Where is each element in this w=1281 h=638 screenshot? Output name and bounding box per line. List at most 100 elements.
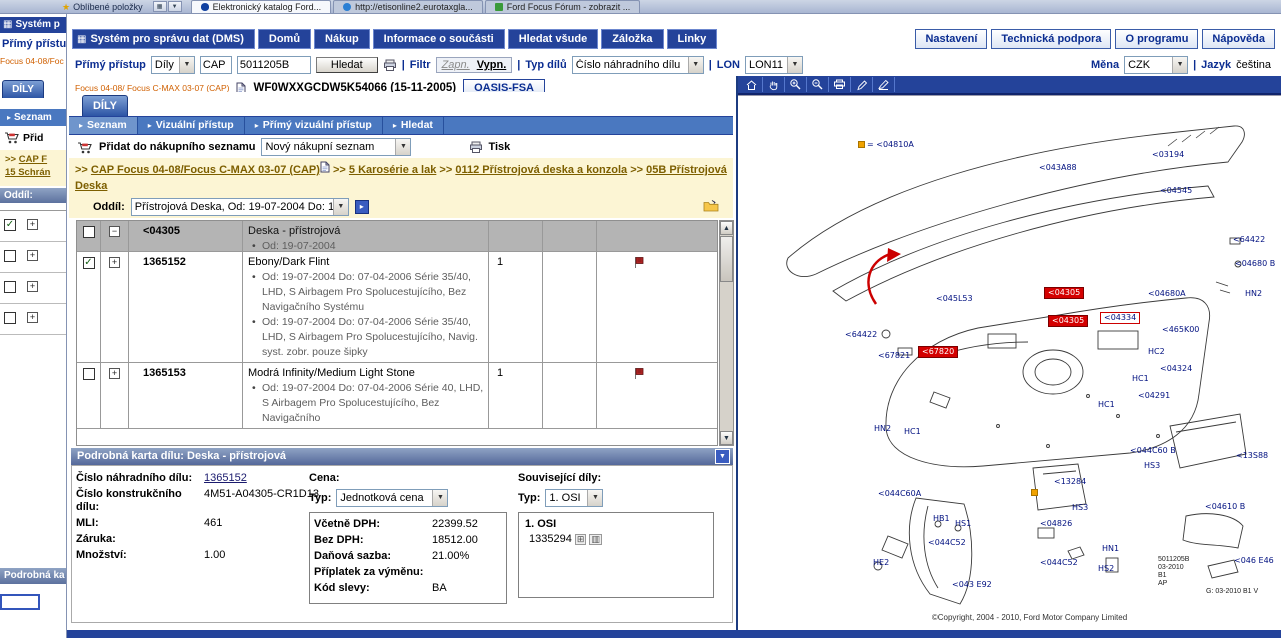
row-checkbox[interactable]: [4, 312, 16, 324]
currency-select[interactable]: CZK▼: [1124, 56, 1188, 74]
related-type-select[interactable]: 1. OSI▼: [545, 489, 603, 507]
row-checkbox[interactable]: ✓: [4, 219, 16, 231]
flag-icon[interactable]: [633, 256, 714, 269]
nav-o-programu[interactable]: O programu: [1115, 29, 1198, 49]
table-scrollbar[interactable]: ▲ ▼: [719, 220, 734, 446]
browser-tab-http-etisonline2-eur[interactable]: http://etisonline2.eurotaxgla...: [333, 0, 483, 13]
list-icon[interactable]: ▥: [589, 534, 602, 545]
sidebar-breadcrumb-link2[interactable]: 15 Schrán: [5, 167, 50, 178]
part-callout[interactable]: = <04810A: [858, 140, 914, 150]
row-checkbox[interactable]: [4, 250, 16, 262]
part-callout[interactable]: HN2: [1245, 289, 1262, 299]
part-callout[interactable]: <04324: [1160, 364, 1192, 374]
shopping-list-select[interactable]: Nový nákupní seznam▼: [261, 138, 411, 156]
part-callout[interactable]: HC1: [904, 427, 921, 437]
browser-tab-elektronický-katalog[interactable]: Elektronický katalog Ford...: [191, 0, 332, 13]
tab-list-button[interactable]: ▦: [153, 1, 167, 12]
price-type-select[interactable]: Jednotková cena▼: [336, 489, 448, 507]
part-callout[interactable]: <03194: [1152, 150, 1184, 160]
part-callout[interactable]: HS3: [1072, 503, 1088, 513]
part-callout[interactable]: HC2: [1148, 347, 1165, 357]
grid-icon[interactable]: ⊞: [575, 534, 587, 545]
nav-nastavení[interactable]: Nastavení: [915, 29, 987, 49]
browser-tab-ford-focus-fórum-zob[interactable]: Ford Focus Fórum - zobrazit ...: [485, 0, 641, 13]
part-callout[interactable]: <64422: [845, 330, 877, 340]
part-callout[interactable]: HN1: [1102, 544, 1119, 554]
row-checkbox[interactable]: ✓: [83, 257, 95, 269]
expand-icon[interactable]: +: [27, 250, 38, 261]
part-callout[interactable]: <13284: [1054, 477, 1086, 487]
expand-icon[interactable]: +: [27, 219, 38, 230]
nav-nákup[interactable]: Nákup: [314, 29, 370, 49]
tab-dropdown-button[interactable]: ▼: [168, 1, 182, 12]
part-callout[interactable]: <044C60 B: [1130, 446, 1176, 456]
part-callout[interactable]: <045L53: [936, 294, 973, 304]
part-type-select[interactable]: Číslo náhradního dílu▼: [572, 56, 704, 74]
document-icon[interactable]: [320, 161, 330, 173]
favorites-menu[interactable]: ★ Oblíbené položky: [62, 2, 143, 12]
part-callout[interactable]: [1031, 488, 1040, 498]
toolbar-vizuální-přístup[interactable]: ▸Vizuální přístup: [138, 117, 245, 134]
part-number-cell[interactable]: 1365153: [129, 363, 243, 428]
part-callout[interactable]: <04680 B: [1235, 259, 1275, 269]
related-part-link[interactable]: 1335294: [529, 533, 572, 545]
tab-dily[interactable]: DÍLY: [82, 95, 128, 116]
part-callout[interactable]: <043 E92: [952, 580, 992, 590]
nav-technická-podpora[interactable]: Technická podpora: [991, 29, 1111, 49]
part-callout[interactable]: <044C52: [1040, 558, 1078, 568]
expand-icon[interactable]: +: [27, 281, 38, 292]
scroll-thumb[interactable]: [720, 236, 733, 282]
cap-field[interactable]: [200, 56, 232, 74]
row-checkbox[interactable]: [4, 281, 16, 293]
sidebar-add-to-list-button[interactable]: Přid: [4, 131, 43, 144]
breadcrumb-link-2[interactable]: 0112 Přístrojová deska a konzola: [455, 164, 627, 176]
part-callout[interactable]: HC1: [1098, 400, 1115, 410]
part-callout[interactable]: HS2: [1098, 564, 1114, 574]
sidebar-tab-dily[interactable]: DÍLY: [2, 80, 44, 98]
highlighted-part-callout[interactable]: <04305: [1044, 287, 1084, 299]
scroll-up-button[interactable]: ▲: [720, 221, 733, 235]
part-callout[interactable]: <64422: [1233, 235, 1265, 245]
section-go-button[interactable]: ▸: [355, 200, 369, 214]
zoom-in-button[interactable]: [785, 77, 807, 92]
illustration-canvas[interactable]: = <04810A <043A88 <03194 <04545 <64422 <04680…: [738, 95, 1281, 628]
sidebar-breadcrumb-link[interactable]: CAP F: [19, 154, 47, 165]
sidebar-seznam-button[interactable]: ▸ Seznam: [0, 109, 67, 126]
part-callout[interactable]: <043A88: [1039, 163, 1077, 173]
category-select[interactable]: Díly▼: [151, 56, 195, 74]
part-callout[interactable]: <046 E46: [1234, 556, 1274, 566]
pan-button[interactable]: [763, 77, 785, 92]
row-checkbox[interactable]: [83, 226, 95, 238]
annotate-button[interactable]: [851, 77, 873, 92]
part-callout[interactable]: HS3: [1144, 461, 1160, 471]
section-select[interactable]: Přístrojová Deska, Od: 19-07-2004 Do: 15…: [131, 198, 349, 216]
part-callout[interactable]: <044C60A: [878, 489, 921, 499]
highlighted-part-callout[interactable]: <04305: [1048, 315, 1088, 327]
scroll-down-button[interactable]: ▼: [720, 431, 733, 445]
nav-informace-o-součásti[interactable]: Informace o součásti: [373, 29, 505, 49]
part-callout[interactable]: <04291: [1138, 391, 1170, 401]
flag-icon[interactable]: [633, 367, 714, 380]
print-icon[interactable]: [383, 59, 397, 71]
part-callout[interactable]: <04826: [1040, 519, 1072, 529]
zoom-out-button[interactable]: [807, 77, 829, 92]
part-callout[interactable]: <04680A: [1148, 289, 1186, 299]
highlighted-part-callout[interactable]: <67820: [918, 346, 958, 358]
nav-domů[interactable]: Domů: [258, 29, 311, 49]
part-number-link[interactable]: 1365152: [204, 472, 247, 485]
filter-on-link[interactable]: Zapn.: [442, 59, 470, 71]
part-number-input[interactable]: [237, 56, 311, 74]
part-callout[interactable]: <04545: [1160, 186, 1192, 196]
add-to-list-label[interactable]: Přidat do nákupního seznamu: [99, 141, 255, 153]
expand-icon[interactable]: −: [109, 226, 120, 237]
erase-button[interactable]: [873, 77, 895, 92]
breadcrumb-link-0[interactable]: CAP Focus 04-08/Focus C-MAX 03-07 (CAP): [91, 164, 320, 176]
folder-icon[interactable]: [703, 199, 719, 212]
home-button[interactable]: [741, 77, 763, 92]
part-number-cell[interactable]: <04305: [129, 221, 243, 251]
expand-icon[interactable]: +: [27, 312, 38, 323]
part-callout[interactable]: <465K00: [1162, 325, 1199, 335]
part-callout[interactable]: HB1: [933, 514, 950, 524]
row-checkbox[interactable]: [83, 368, 95, 380]
expand-icon[interactable]: +: [109, 257, 120, 268]
